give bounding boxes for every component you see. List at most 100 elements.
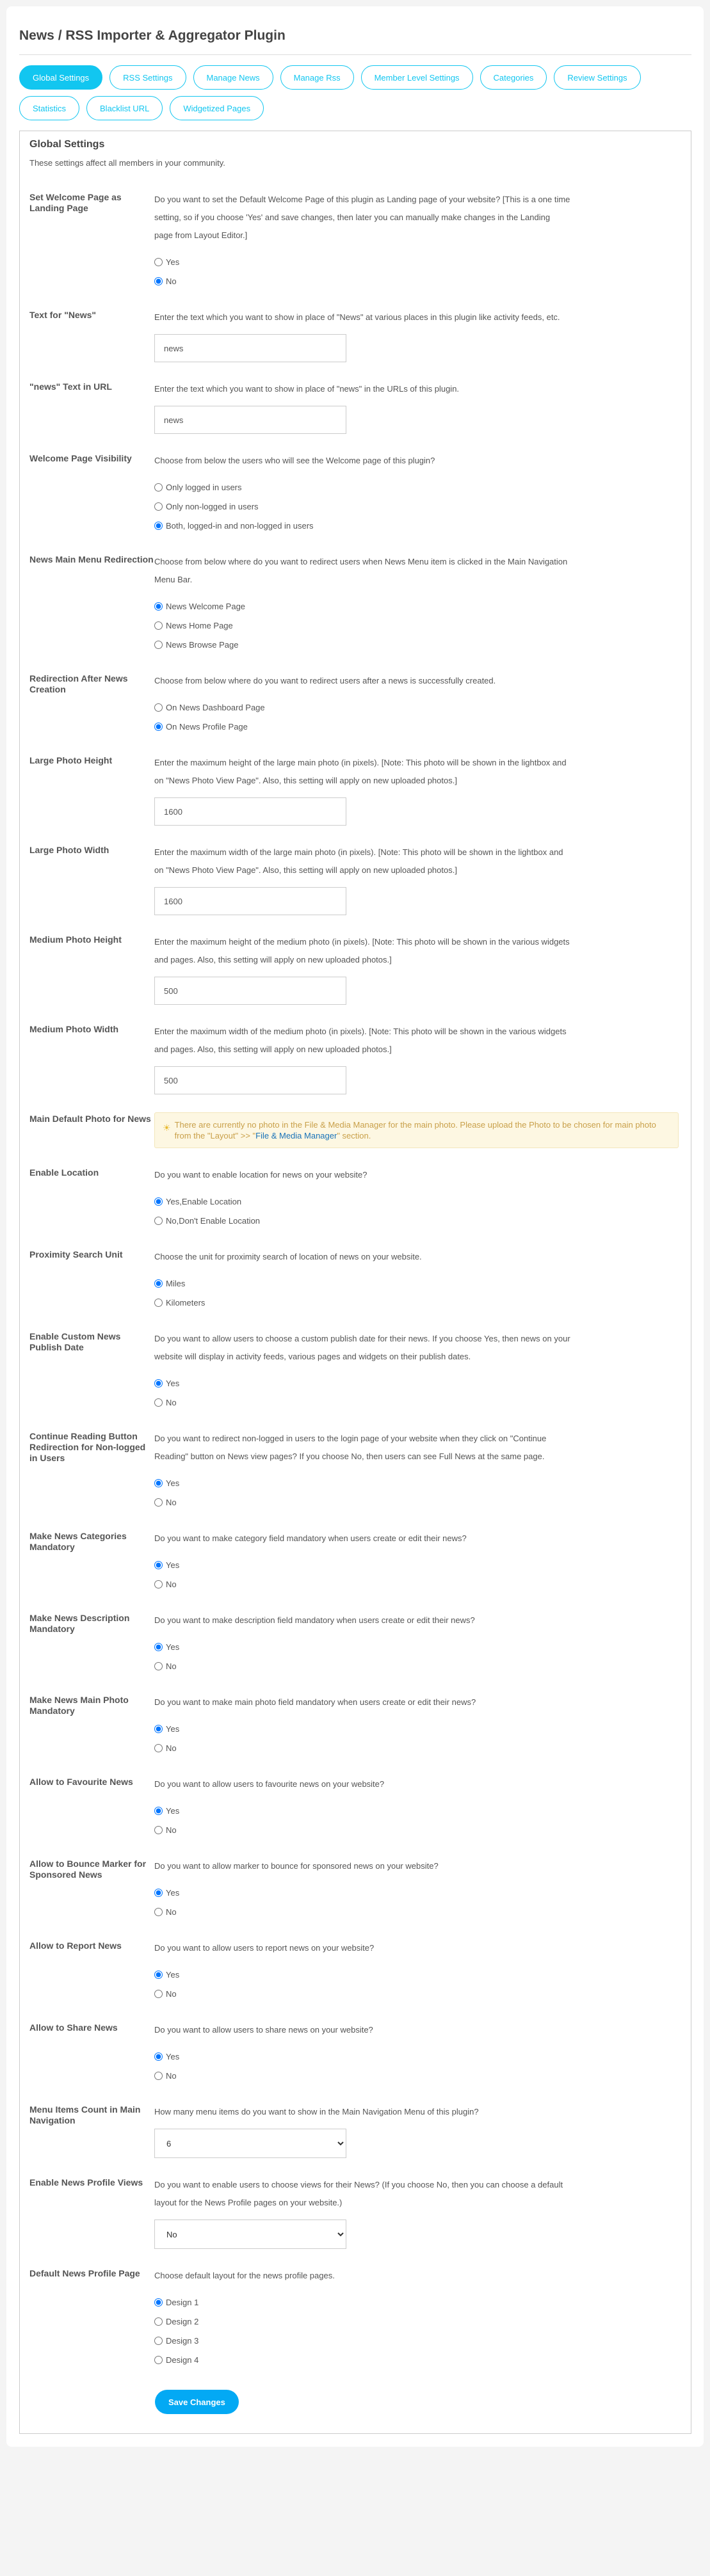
radio-button[interactable] <box>154 1398 163 1407</box>
radio-button[interactable] <box>154 1498 163 1507</box>
radio-button[interactable] <box>154 1279 163 1288</box>
text-input[interactable] <box>154 797 346 826</box>
radio-option[interactable]: Yes <box>154 1555 681 1574</box>
radio-option[interactable]: No <box>154 1393 681 1412</box>
radio-button[interactable] <box>154 1478 163 1487</box>
text-input[interactable] <box>154 887 346 915</box>
radio-button[interactable] <box>154 1806 163 1815</box>
tab-review-settings[interactable]: Review Settings <box>554 65 641 90</box>
radio-option[interactable]: No <box>154 2066 681 2085</box>
radio-option[interactable]: No <box>154 1902 681 1921</box>
setting-control: Enter the maximum height of the medium p… <box>154 933 681 1005</box>
dropdown-select[interactable]: No <box>154 2220 346 2249</box>
radio-option[interactable]: No <box>154 1656 681 1676</box>
radio-option[interactable]: Yes <box>154 1801 681 1820</box>
text-input[interactable] <box>154 1066 346 1094</box>
radio-button[interactable] <box>154 1298 163 1307</box>
radio-button[interactable] <box>154 2336 163 2345</box>
radio-button[interactable] <box>154 1197 163 1206</box>
setting-label: "news" Text in URL <box>29 381 112 392</box>
radio-option[interactable]: Design 2 <box>154 2312 681 2331</box>
radio-button[interactable] <box>154 521 163 530</box>
radio-button[interactable] <box>154 1379 163 1388</box>
radio-option[interactable]: News Home Page <box>154 616 681 635</box>
radio-option[interactable]: Design 1 <box>154 2292 681 2312</box>
radio-option[interactable]: No,Don't Enable Location <box>154 1211 681 1230</box>
radio-button[interactable] <box>154 2317 163 2326</box>
radio-option[interactable]: Yes <box>154 1965 681 1984</box>
radio-option[interactable]: No <box>154 1574 681 1594</box>
setting-row-text-for-news: Text for "News" Enter the text which you … <box>29 308 681 380</box>
tab-global-settings[interactable]: Global Settings <box>19 65 103 90</box>
radio-option[interactable]: Design 3 <box>154 2331 681 2350</box>
setting-row-enable-location: Enable Location Do you want to enable loc… <box>29 1166 681 1248</box>
radio-option[interactable]: Yes <box>154 1373 681 1393</box>
radio-button[interactable] <box>154 1661 163 1670</box>
radio-button[interactable] <box>154 1724 163 1733</box>
setting-control: Do you want to allow users to favourite … <box>154 1775 681 1839</box>
radio-button[interactable] <box>154 257 163 266</box>
radio-option[interactable]: Only logged in users <box>154 477 681 497</box>
radio-button[interactable] <box>154 2071 163 2080</box>
text-input[interactable] <box>154 406 346 434</box>
radio-option[interactable]: No <box>154 1738 681 1757</box>
radio-button[interactable] <box>154 722 163 731</box>
tab-statistics[interactable]: Statistics <box>19 96 80 120</box>
dropdown-select[interactable]: 6 <box>154 2129 346 2158</box>
radio-button[interactable] <box>154 640 163 649</box>
radio-option[interactable]: News Browse Page <box>154 635 681 654</box>
radio-button[interactable] <box>154 1743 163 1752</box>
radio-button[interactable] <box>154 2052 163 2061</box>
radio-button[interactable] <box>154 621 163 630</box>
radio-option[interactable]: No <box>154 1984 681 2003</box>
radio-button[interactable] <box>154 1642 163 1651</box>
tab-widgetized-pages[interactable]: Widgetized Pages <box>170 96 264 120</box>
setting-row-continue-reading-button-redirection-for-non-logged-in-users: Continue Reading Button Redirection for … <box>29 1430 681 1530</box>
radio-option[interactable]: No <box>154 271 681 291</box>
radio-button[interactable] <box>154 703 163 712</box>
radio-button[interactable] <box>154 1580 163 1588</box>
radio-option[interactable]: On News Dashboard Page <box>154 698 681 717</box>
radio-option[interactable]: Yes <box>154 2047 681 2066</box>
save-changes-button[interactable]: Save Changes <box>155 2390 239 2414</box>
radio-button[interactable] <box>154 2298 163 2307</box>
radio-option[interactable]: Design 4 <box>154 2350 681 2369</box>
setting-description: Choose from below the users who will see… <box>154 456 435 465</box>
radio-button[interactable] <box>154 2355 163 2364</box>
radio-option[interactable]: Only non-logged in users <box>154 497 681 516</box>
tab-categories[interactable]: Categories <box>480 65 547 90</box>
radio-button[interactable] <box>154 1216 163 1225</box>
tab-rss-settings[interactable]: RSS Settings <box>109 65 186 90</box>
tab-manage-rss[interactable]: Manage Rss <box>280 65 354 90</box>
radio-option[interactable]: Yes <box>154 1637 681 1656</box>
radio-option[interactable]: No <box>154 1820 681 1839</box>
radio-button[interactable] <box>154 502 163 511</box>
radio-button[interactable] <box>154 1907 163 1916</box>
radio-button[interactable] <box>154 483 163 492</box>
radio-option[interactable]: Yes,Enable Location <box>154 1192 681 1211</box>
radio-button[interactable] <box>154 1970 163 1979</box>
radio-button[interactable] <box>154 1560 163 1569</box>
radio-button[interactable] <box>154 1989 163 1998</box>
text-input[interactable] <box>154 977 346 1005</box>
tab-manage-news[interactable]: Manage News <box>193 65 273 90</box>
radio-option[interactable]: Yes <box>154 1473 681 1492</box>
file-media-manager-link[interactable]: File & Media Manager <box>255 1131 337 1140</box>
radio-option[interactable]: Kilometers <box>154 1293 681 1312</box>
radio-option[interactable]: Miles <box>154 1274 681 1293</box>
radio-button[interactable] <box>154 276 163 285</box>
radio-button[interactable] <box>154 1825 163 1834</box>
radio-option[interactable]: Both, logged-in and non-logged in users <box>154 516 681 535</box>
section-title: Global Settings <box>29 139 105 150</box>
text-input[interactable] <box>154 334 346 362</box>
radio-option[interactable]: Yes <box>154 1719 681 1738</box>
radio-option[interactable]: Yes <box>154 252 681 271</box>
radio-option[interactable]: News Welcome Page <box>154 596 681 616</box>
radio-option[interactable]: Yes <box>154 1883 681 1902</box>
tab-blacklist-url[interactable]: Blacklist URL <box>86 96 163 120</box>
radio-option[interactable]: On News Profile Page <box>154 717 681 736</box>
radio-option[interactable]: No <box>154 1492 681 1512</box>
radio-button[interactable] <box>154 1888 163 1897</box>
tab-member-level-settings[interactable]: Member Level Settings <box>360 65 473 90</box>
radio-button[interactable] <box>154 602 163 611</box>
